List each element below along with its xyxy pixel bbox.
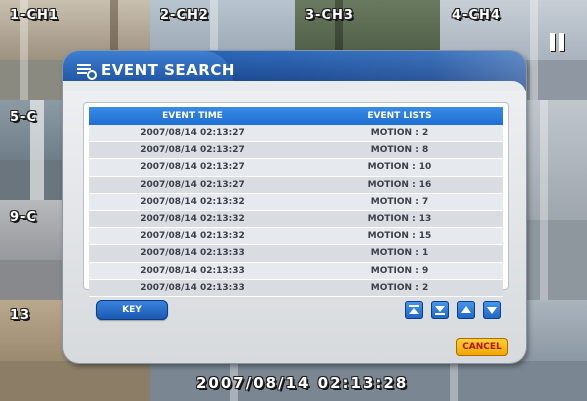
table-row[interactable]: 2007/08/14 02:13:33 MOTION : 9 bbox=[89, 262, 503, 280]
table-row[interactable]: 2007/08/14 02:13:32 MOTION : 7 bbox=[89, 193, 503, 211]
table-row[interactable]: 2007/08/14 02:13:32 MOTION : 15 bbox=[89, 228, 503, 246]
first-page-icon bbox=[409, 305, 419, 314]
event-time-cell: 2007/08/14 02:13:27 bbox=[140, 128, 245, 139]
event-time-cell: 2007/08/14 02:13:32 bbox=[140, 231, 245, 242]
table-body: 2007/08/14 02:13:27 MOTION : 2 2007/08/14 … bbox=[89, 125, 503, 297]
event-time-cell: 2007/08/14 02:13:27 bbox=[140, 145, 245, 156]
event-list-cell: MOTION : 2 bbox=[370, 282, 429, 293]
channel-label-5: 5-C bbox=[10, 110, 37, 125]
dialog-title: EVENT SEARCH bbox=[101, 61, 235, 79]
up-arrow-icon bbox=[461, 306, 471, 313]
table-row[interactable]: 2007/08/14 02:13:33 MOTION : 1 bbox=[89, 245, 503, 263]
table-row[interactable]: 2007/08/14 02:13:27 MOTION : 2 bbox=[89, 125, 503, 143]
table-row[interactable]: 2007/08/14 02:13:27 MOTION : 10 bbox=[89, 159, 503, 177]
event-list-cell: MOTION : 7 bbox=[370, 196, 429, 207]
scroll-up-button[interactable] bbox=[457, 301, 475, 319]
scroll-down-button[interactable] bbox=[483, 301, 501, 319]
event-list-cell: MOTION : 8 bbox=[370, 145, 429, 156]
channel-label-4: 4-CH4 bbox=[452, 8, 501, 23]
last-page-icon bbox=[435, 306, 445, 315]
last-page-button[interactable] bbox=[431, 301, 449, 319]
column-header-event-time: EVENT TIME bbox=[162, 111, 223, 121]
event-list-cell: MOTION : 16 bbox=[367, 179, 432, 190]
event-time-cell: 2007/08/14 02:13:33 bbox=[140, 248, 245, 259]
event-list-cell: MOTION : 9 bbox=[370, 265, 429, 276]
table-row[interactable]: 2007/08/14 02:13:33 MOTION : 2 bbox=[89, 279, 503, 297]
table-row[interactable]: 2007/08/14 02:13:32 MOTION : 13 bbox=[89, 210, 503, 229]
cancel-button[interactable]: CANCEL bbox=[456, 338, 508, 356]
channel-label-9: 9-C bbox=[10, 210, 37, 225]
event-time-cell: 2007/08/14 02:13:33 bbox=[140, 282, 245, 293]
date-time-overlay: 2007/08/14 02:13:28 bbox=[196, 374, 409, 392]
event-list-cell: MOTION : 1 bbox=[370, 248, 429, 259]
event-search-dialog: EVENT SEARCH EVENT TIME EVENT LISTS 2007… bbox=[63, 51, 526, 363]
channel-label-1: 1-CH1 bbox=[10, 8, 59, 23]
event-list-cell: MOTION : 10 bbox=[367, 162, 432, 173]
table-header: EVENT TIME EVENT LISTS bbox=[89, 107, 503, 125]
event-list-cell: MOTION : 13 bbox=[367, 214, 432, 225]
dialog-title-bar: EVENT SEARCH bbox=[63, 51, 526, 91]
event-time-cell: 2007/08/14 02:13:27 bbox=[140, 162, 245, 173]
event-time-cell: 2007/08/14 02:13:32 bbox=[140, 196, 245, 207]
channel-label-13: 13 bbox=[10, 308, 31, 323]
table-row[interactable]: 2007/08/14 02:13:27 MOTION : 8 bbox=[89, 142, 503, 160]
event-time-cell: 2007/08/14 02:13:27 bbox=[140, 179, 245, 190]
down-arrow-icon bbox=[487, 307, 497, 314]
event-time-cell: 2007/08/14 02:13:33 bbox=[140, 265, 245, 276]
column-header-event-lists: EVENT LISTS bbox=[367, 111, 432, 121]
event-table: EVENT TIME EVENT LISTS 2007/08/14 02:13:… bbox=[89, 107, 503, 297]
key-button[interactable]: KEY bbox=[96, 300, 168, 320]
event-list-cell: MOTION : 15 bbox=[367, 231, 432, 242]
event-table-frame: EVENT TIME EVENT LISTS 2007/08/14 02:13:… bbox=[83, 102, 509, 297]
event-list-cell: MOTION : 2 bbox=[370, 128, 429, 139]
first-page-button[interactable] bbox=[405, 301, 423, 319]
pause-icon bbox=[550, 33, 566, 51]
channel-label-3: 3-CH3 bbox=[305, 8, 354, 23]
table-row[interactable]: 2007/08/14 02:13:27 MOTION : 16 bbox=[89, 176, 503, 194]
event-list-icon bbox=[77, 64, 97, 80]
channel-label-2: 2-CH2 bbox=[160, 8, 209, 23]
event-time-cell: 2007/08/14 02:13:32 bbox=[140, 214, 245, 225]
